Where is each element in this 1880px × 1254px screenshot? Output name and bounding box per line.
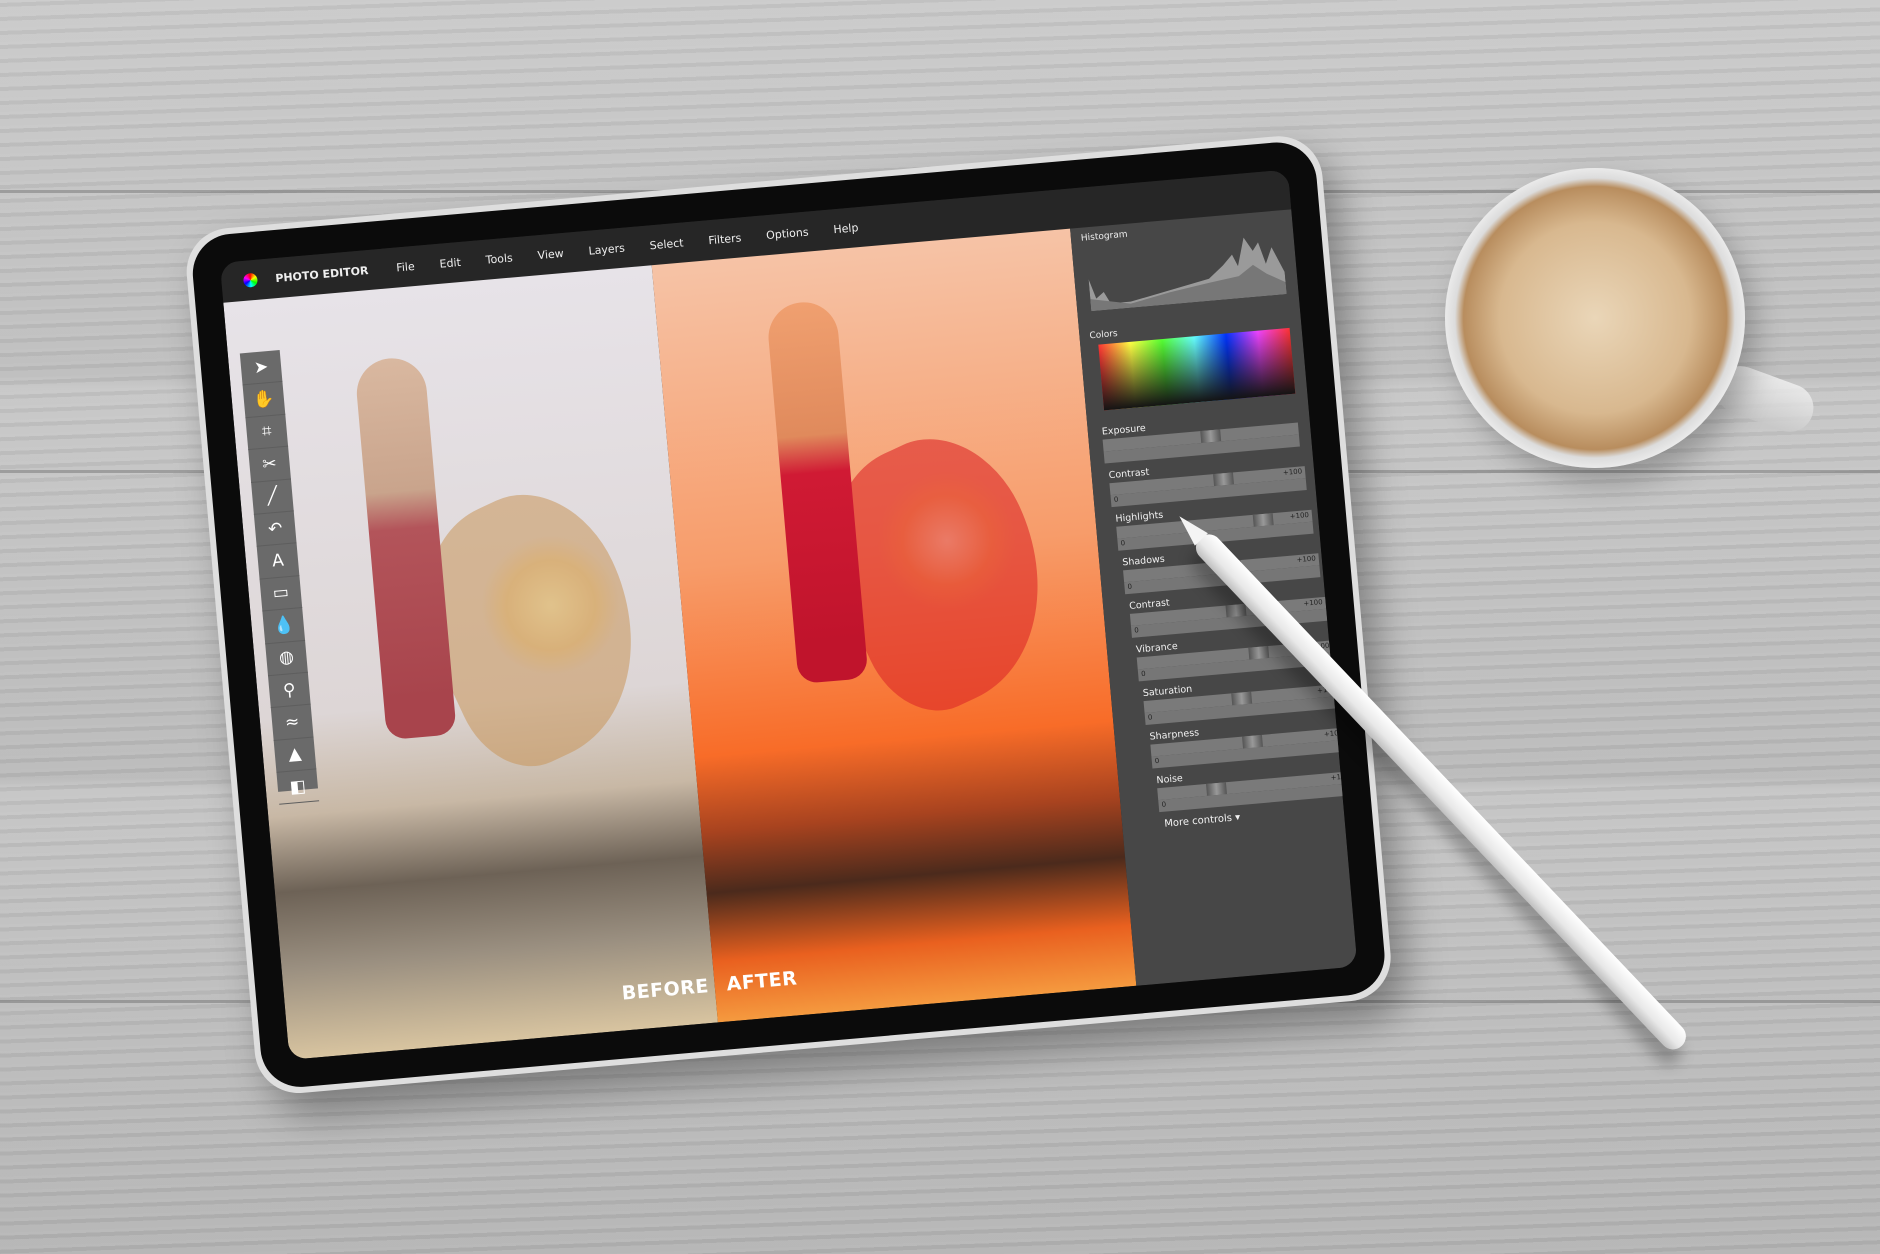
slider-min: 0 xyxy=(1140,669,1146,679)
undo-tool-icon[interactable]: ↶ xyxy=(253,511,297,548)
slider-max: +100 xyxy=(1323,728,1344,739)
text-tool-icon[interactable]: A xyxy=(256,543,300,580)
menu-layers[interactable]: Layers xyxy=(588,241,625,257)
color-wheel-icon xyxy=(242,272,259,288)
slider-noise[interactable]: Noise +100 0 xyxy=(1156,758,1355,813)
after-label: AFTER xyxy=(725,967,799,996)
image-canvas[interactable]: BEFORE AFTER ➤ ✋ ⌗ ✂ ╱ ↶ A ▭ 💧 ◍ ⚲ ≈ ▲ ◧ xyxy=(223,228,1137,1060)
histogram xyxy=(1088,237,1287,312)
slider-min: 0 xyxy=(1113,495,1119,504)
menu-edit[interactable]: Edit xyxy=(439,255,461,270)
slider-min: 0 xyxy=(1134,626,1140,635)
slider-min: 0 xyxy=(1127,582,1133,592)
color-picker[interactable] xyxy=(1098,327,1296,411)
line-tool-icon[interactable]: ╱ xyxy=(251,479,294,515)
pointer-tool-icon[interactable]: ➤ xyxy=(239,350,283,386)
after-image: AFTER xyxy=(651,228,1137,1023)
slider-min: 0 xyxy=(1154,756,1160,766)
menu-options[interactable]: Options xyxy=(766,225,809,242)
slider-max: +100 xyxy=(1282,467,1303,478)
histogram-label: Histogram xyxy=(1080,229,1128,244)
colors-label: Colors xyxy=(1089,328,1119,342)
slider-min: 0 xyxy=(1161,800,1167,809)
slider-max: +100 xyxy=(1289,510,1310,521)
rectangle-tool-icon[interactable]: ▭ xyxy=(259,575,303,612)
menu-view[interactable]: View xyxy=(537,246,564,261)
menu-help[interactable]: Help xyxy=(833,221,859,236)
scissors-tool-icon[interactable]: ✂ xyxy=(248,446,291,483)
mountains-tool-icon[interactable]: ▲ xyxy=(273,737,317,773)
hand-tool-icon[interactable]: ✋ xyxy=(242,382,286,419)
before-label: BEFORE xyxy=(620,975,710,1005)
slider-max: +100 xyxy=(1330,772,1351,783)
slider-max: +100 xyxy=(1303,598,1323,608)
drop-tool-icon[interactable]: 💧 xyxy=(262,608,306,644)
photo-editor-screen: PHOTO EDITOR File Edit Tools View Layers… xyxy=(219,169,1358,1060)
color-swatch-tool-icon[interactable]: ◧ xyxy=(276,769,320,806)
crop-tool-icon[interactable]: ⌗ xyxy=(245,414,289,451)
tablet: PHOTO EDITOR File Edit Tools View Layers… xyxy=(183,132,1395,1097)
tablet-bezel: PHOTO EDITOR File Edit Tools View Layers… xyxy=(189,139,1388,1091)
globe-tool-icon[interactable]: ◍ xyxy=(265,640,308,677)
slider-min: 0 xyxy=(1147,713,1153,722)
menu-select[interactable]: Select xyxy=(649,236,684,252)
slider-max: +100 xyxy=(1296,554,1317,565)
slider-min: 0 xyxy=(1120,539,1126,548)
menu-file[interactable]: File xyxy=(396,259,415,274)
more-controls-button[interactable]: More controls ▾ xyxy=(1164,812,1241,830)
coffee-cup xyxy=(1445,168,1745,468)
smudge-tool-icon[interactable]: ≈ xyxy=(270,704,314,741)
menu-filters[interactable]: Filters xyxy=(708,231,742,247)
menu-tools[interactable]: Tools xyxy=(485,251,513,266)
app-title: PHOTO EDITOR xyxy=(274,263,369,285)
zoom-tool-icon[interactable]: ⚲ xyxy=(268,672,311,709)
